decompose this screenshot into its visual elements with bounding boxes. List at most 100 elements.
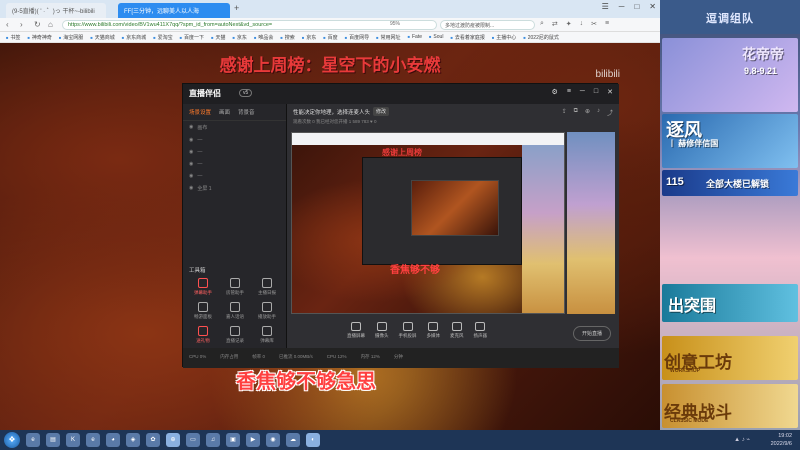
- bookmark-item[interactable]: 百度一下: [180, 34, 204, 41]
- tab-background[interactable]: 背景音: [238, 108, 255, 116]
- taskbar-app-cloud[interactable]: ☁: [286, 433, 300, 447]
- bookmark-item[interactable]: 海宝网服: [59, 34, 83, 41]
- bookmark-item[interactable]: 百度网导: [345, 34, 369, 41]
- translate-icon[interactable]: ⇄: [552, 20, 558, 28]
- ad-banner-3[interactable]: 115 全部大楼已解锁: [662, 170, 798, 196]
- copy-icon[interactable]: ⧉: [574, 108, 578, 117]
- control-media[interactable]: 多媒体: [427, 322, 440, 344]
- tab-canvas[interactable]: 画面: [219, 108, 230, 116]
- bookmark-item[interactable]: 百度: [323, 34, 338, 41]
- ad-banner-5[interactable]: 创意工坊 WORKSHOP: [662, 336, 798, 380]
- tool-gift[interactable]: 送礼物: [187, 326, 219, 344]
- bookmark-item[interactable]: 唯品会: [254, 34, 273, 41]
- bookmark-item[interactable]: 天猫: [211, 34, 225, 41]
- tool-player[interactable]: 播放助手: [251, 302, 283, 320]
- address-bar[interactable]: https://www.bilibili.com/video/BV1wu411X…: [62, 20, 437, 30]
- scene-row[interactable]: ◉ —: [183, 146, 286, 158]
- bookmark-item[interactable]: 书签: [6, 34, 20, 41]
- screenshot-icon[interactable]: ✂: [591, 20, 597, 28]
- app-settings-icon[interactable]: ⚙: [552, 88, 558, 96]
- taskbar-app-game[interactable]: ◈: [126, 433, 140, 447]
- bell-icon[interactable]: ♪: [597, 108, 600, 117]
- eye-icon[interactable]: ◉: [189, 173, 193, 179]
- bookmark-item[interactable]: 主播中心: [492, 34, 516, 41]
- ad-banner-6[interactable]: 经典战斗 CLASSIC MODE: [662, 384, 798, 428]
- taskbar-app-browser[interactable]: e: [86, 433, 100, 447]
- forward-icon[interactable]: ›: [20, 20, 23, 29]
- menu-icon[interactable]: ≡: [605, 20, 609, 28]
- tool-room-admin[interactable]: 房管助手: [219, 278, 251, 296]
- app-maximize-icon[interactable]: □: [594, 88, 598, 96]
- minimize-icon[interactable]: ─: [619, 2, 625, 11]
- bookmark-item[interactable]: 京东商城: [122, 34, 146, 41]
- eye-icon[interactable]: ◉: [189, 137, 193, 143]
- scene-row[interactable]: ◉ —: [183, 170, 286, 182]
- ad-banner-4[interactable]: 出突围: [662, 284, 798, 322]
- taskbar-app-live[interactable]: ◐: [306, 433, 320, 447]
- tool-voice[interactable]: 嘉人话语: [219, 302, 251, 320]
- search-input[interactable]: 多地过渡防疫被限制...: [440, 20, 535, 30]
- edit-title-button[interactable]: 修改: [373, 107, 390, 116]
- search-icon[interactable]: ⌕: [540, 20, 544, 28]
- bookmark-item[interactable]: 去看着家庭报: [450, 34, 485, 41]
- bookmark-item[interactable]: 搜索: [280, 34, 295, 41]
- download-icon[interactable]: ↓: [580, 20, 584, 28]
- puzzle-icon[interactable]: ✦: [566, 20, 572, 28]
- control-screen[interactable]: 直播屏幕: [347, 322, 365, 344]
- refresh-icon[interactable]: ↻: [34, 20, 41, 29]
- maximize-icon[interactable]: □: [634, 2, 639, 11]
- eye-icon[interactable]: ◉: [189, 149, 193, 155]
- tool-danmaku-lib[interactable]: 弹幕库: [251, 326, 283, 344]
- control-speaker[interactable]: 扬声器: [474, 322, 487, 344]
- taskbar-app-video[interactable]: ▶: [246, 433, 260, 447]
- cart-icon[interactable]: ⊕: [585, 108, 590, 117]
- taskbar-app-explorer[interactable]: ▤: [46, 433, 60, 447]
- ad-banner-1[interactable]: 花帝帝 9.8-9.21: [662, 38, 798, 112]
- scene-row[interactable]: ◉ 画布: [183, 121, 286, 134]
- home-icon[interactable]: ⌂: [48, 20, 53, 29]
- bookmark-item[interactable]: 京东: [233, 34, 247, 41]
- tool-danmaku[interactable]: 弹幕助手: [187, 278, 219, 296]
- taskbar-app-qq[interactable]: ◕: [106, 433, 120, 447]
- system-tray[interactable]: ▲ ♪ ⌁: [734, 436, 750, 443]
- taskbar-app-ie[interactable]: e: [26, 433, 40, 447]
- taskbar-app-360[interactable]: ⊕: [166, 433, 180, 447]
- scene-row[interactable]: ◉ —: [183, 158, 286, 170]
- taskbar-app-img[interactable]: ▣: [226, 433, 240, 447]
- back-icon[interactable]: ‹: [6, 20, 9, 29]
- tool-daily-report[interactable]: 主播日报: [251, 278, 283, 296]
- ad-banner-2[interactable]: 逐风 丨 赫修伴信国: [662, 114, 798, 168]
- control-mic[interactable]: 麦克风: [450, 322, 464, 344]
- scene-row[interactable]: ◉ 全屏 1: [183, 182, 286, 195]
- bookmark-item[interactable]: 常用网址: [376, 34, 401, 41]
- control-camera[interactable]: 摄像头: [375, 322, 389, 344]
- start-button[interactable]: ❖: [4, 432, 20, 448]
- tab-scene[interactable]: 场景设置: [189, 108, 211, 116]
- taskbar-app-tools[interactable]: ✿: [146, 433, 160, 447]
- bookmark-item[interactable]: 京东: [302, 34, 316, 41]
- taskbar-app-chrome[interactable]: ◉: [266, 433, 280, 447]
- zoom-level[interactable]: 95%: [390, 21, 400, 27]
- taskbar-app-music[interactable]: ♫: [206, 433, 220, 447]
- close-icon[interactable]: ✕: [649, 2, 656, 11]
- tool-panel[interactable]: 畅游面板: [187, 302, 219, 320]
- app-menu-icon[interactable]: ≡: [567, 88, 571, 96]
- tool-record[interactable]: 直播记录: [219, 326, 251, 344]
- app-close-icon[interactable]: ✕: [607, 88, 613, 96]
- eye-icon[interactable]: ◉: [189, 185, 193, 192]
- browser-tab-2[interactable]: FF[三分钟，远聊美人以人海: [118, 3, 230, 18]
- app-minimize-icon[interactable]: ─: [580, 88, 585, 96]
- scene-row[interactable]: ◉ —: [183, 134, 286, 146]
- bookmark-item[interactable]: 2022尼的鼠式: [523, 34, 559, 41]
- browser-tab-1[interactable]: (9-5直播)( ' · ゜)っ 干杯~-bilibili: [6, 3, 106, 18]
- control-phone-cast[interactable]: 手机投屏: [399, 322, 417, 344]
- eye-icon[interactable]: ◉: [189, 124, 193, 131]
- link-icon[interactable]: ⤴: [607, 108, 613, 117]
- bookmark-item[interactable]: Fate: [408, 34, 422, 40]
- skin-icon[interactable]: ☰: [602, 2, 609, 11]
- bookmark-item[interactable]: 神奇神奇: [27, 34, 52, 41]
- bookmark-item[interactable]: 天猫商城: [90, 34, 115, 41]
- video-player[interactable]: 感谢上周榜：星空下的小安燃 bilibili 直播伴侣 v5 ⚙ ≡ ─ □ ✕…: [0, 43, 660, 430]
- new-tab-icon[interactable]: +: [234, 3, 239, 13]
- share-icon[interactable]: ⇪: [562, 108, 567, 117]
